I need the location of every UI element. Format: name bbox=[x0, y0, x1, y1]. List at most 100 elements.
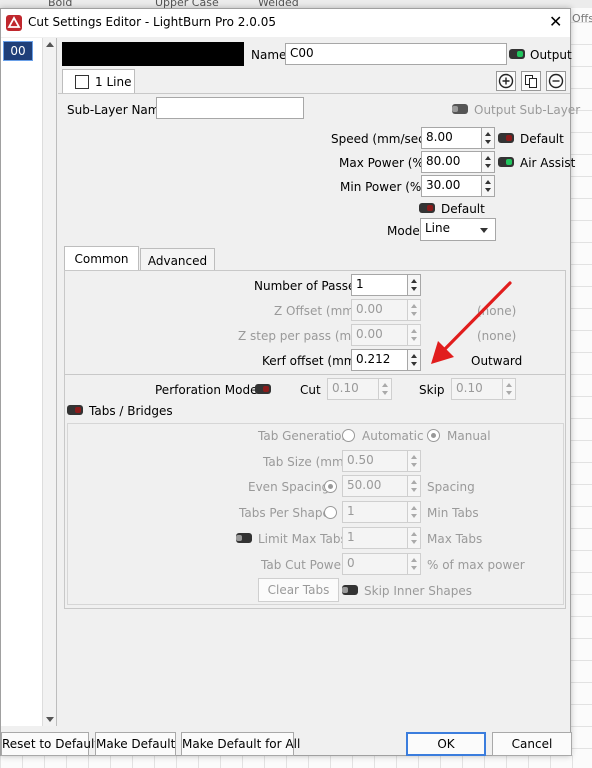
sublayer-checkbox[interactable] bbox=[75, 75, 89, 89]
scroll-up-icon[interactable] bbox=[46, 42, 54, 47]
app-logo-icon bbox=[6, 15, 22, 31]
speed-default-toggle[interactable] bbox=[498, 133, 514, 143]
even-spacing-radio[interactable] bbox=[324, 480, 337, 493]
zstep-input[interactable]: 0.00 bbox=[351, 324, 408, 346]
kerf-input[interactable]: 0.212 bbox=[351, 349, 408, 371]
tab-common[interactable]: Common bbox=[64, 246, 139, 271]
perforation-cut-spinner[interactable] bbox=[379, 378, 392, 400]
output-sublayer-toggle[interactable] bbox=[452, 104, 468, 114]
speed-default-label: Default bbox=[520, 132, 564, 146]
power-default-toggle[interactable] bbox=[419, 203, 435, 213]
name-input[interactable]: C00 bbox=[285, 43, 507, 65]
close-icon[interactable]: ✕ bbox=[549, 13, 562, 31]
max-power-input[interactable]: 80.00 bbox=[421, 151, 482, 173]
tabs-per-shape-label: Tabs Per Shape bbox=[239, 506, 330, 520]
max-tabs-input[interactable]: 1 bbox=[342, 527, 408, 549]
make-default-for-all-button[interactable]: Make Default for All bbox=[181, 732, 300, 756]
skip-inner-shapes-toggle[interactable] bbox=[342, 585, 358, 595]
background-toolbar-strip: Bold Upper Case Welded bbox=[0, 0, 592, 8]
bg-label-offset: Offs bbox=[572, 12, 592, 25]
max-tabs-spinner[interactable] bbox=[408, 527, 421, 549]
tab-cut-power-label: Tab Cut Power bbox=[261, 558, 346, 572]
spacing-label: Spacing bbox=[427, 480, 475, 494]
air-assist-toggle[interactable] bbox=[498, 157, 514, 167]
zstep-spinner[interactable] bbox=[408, 324, 421, 346]
limit-max-tabs-toggle[interactable] bbox=[236, 533, 252, 543]
perforation-skip-label: Skip bbox=[419, 383, 445, 397]
speed-input[interactable]: 8.00 bbox=[421, 127, 482, 149]
layer-list-scrollbar[interactable] bbox=[42, 38, 56, 726]
sublayer-name-input[interactable] bbox=[156, 97, 304, 119]
sublayer-tab[interactable]: 1 Line bbox=[62, 69, 135, 94]
zoffset-spinner[interactable] bbox=[408, 299, 421, 321]
automatic-label: Automatic bbox=[362, 429, 424, 443]
sublayer-name-label: Sub-Layer Name bbox=[67, 103, 167, 117]
automatic-radio[interactable] bbox=[342, 429, 355, 442]
min-tabs-input[interactable]: 1 bbox=[342, 501, 408, 523]
min-power-input[interactable]: 30.00 bbox=[421, 175, 482, 197]
max-power-spinner[interactable] bbox=[482, 151, 495, 173]
perforation-skip-input[interactable]: 0.10 bbox=[451, 378, 503, 400]
max-power-label: Max Power (%) bbox=[339, 156, 429, 170]
tabs-per-shape-radio[interactable] bbox=[324, 506, 337, 519]
bg-label-uppercase: Upper Case bbox=[155, 0, 219, 8]
chevron-down-icon[interactable] bbox=[480, 228, 488, 233]
scroll-down-icon[interactable] bbox=[46, 717, 54, 722]
even-spacing-label: Even Spacing bbox=[248, 480, 330, 494]
min-tabs-spinner[interactable] bbox=[408, 501, 421, 523]
perforation-skip-spinner[interactable] bbox=[503, 378, 516, 400]
annotation-arrow-icon bbox=[431, 281, 512, 364]
mode-select-value: Line bbox=[425, 221, 451, 235]
cut-settings-dialog: Cut Settings Editor - LightBurn Pro 2.0.… bbox=[0, 8, 580, 756]
clear-tabs-button[interactable]: Clear Tabs bbox=[258, 578, 339, 602]
make-default-button[interactable]: Make Default bbox=[95, 732, 176, 756]
zoffset-input[interactable]: 0.00 bbox=[351, 299, 408, 321]
divider bbox=[65, 374, 565, 375]
output-sublayer-label: Output Sub-Layer bbox=[474, 103, 581, 117]
layer-list[interactable]: 00 bbox=[1, 38, 57, 726]
remove-sublayer-button[interactable] bbox=[546, 71, 566, 91]
min-power-label: Min Power (%) bbox=[340, 180, 426, 194]
perforation-mode-label: Perforation Mode bbox=[155, 383, 258, 397]
perforation-toggle[interactable] bbox=[255, 384, 271, 394]
spacing-input[interactable]: 50.00 bbox=[342, 475, 408, 497]
bg-label-welded: Welded bbox=[258, 0, 299, 8]
mode-label: Mode bbox=[387, 224, 420, 238]
bg-label-bold: Bold bbox=[48, 0, 73, 8]
output-toggle[interactable] bbox=[509, 49, 525, 59]
passes-spinner[interactable] bbox=[408, 274, 421, 296]
layer-color-swatch[interactable] bbox=[62, 42, 244, 66]
canvas-grid-bottom bbox=[0, 755, 592, 768]
layer-list-item[interactable]: 00 bbox=[3, 41, 33, 61]
cancel-button[interactable]: Cancel bbox=[492, 732, 572, 756]
perforation-cut-input[interactable]: 0.10 bbox=[327, 378, 379, 400]
spacing-spinner[interactable] bbox=[408, 475, 421, 497]
zoffset-label: Z Offset (mm) bbox=[274, 304, 359, 318]
min-power-spinner[interactable] bbox=[482, 175, 495, 197]
tab-generation-label: Tab Generation bbox=[258, 429, 350, 443]
kerf-spinner[interactable] bbox=[408, 349, 421, 371]
window-title: Cut Settings Editor - LightBurn Pro 2.0.… bbox=[28, 15, 276, 29]
tab-size-input[interactable]: 0.50 bbox=[342, 450, 408, 472]
limit-max-tabs-label: Limit Max Tabs bbox=[258, 532, 347, 546]
tab-size-label: Tab Size (mm) bbox=[263, 455, 349, 469]
tab-cut-power-input[interactable]: 0 bbox=[342, 553, 408, 575]
tabs-bridges-toggle[interactable] bbox=[67, 405, 83, 415]
manual-radio[interactable] bbox=[427, 429, 440, 442]
kerf-label: Kerf offset (mm) bbox=[262, 354, 361, 368]
tabs-bridges-label: Tabs / Bridges bbox=[89, 404, 173, 418]
manual-label: Manual bbox=[447, 429, 491, 443]
title-bar: Cut Settings Editor - LightBurn Pro 2.0.… bbox=[1, 9, 570, 37]
passes-input[interactable]: 1 bbox=[351, 274, 408, 296]
copy-sublayer-button[interactable] bbox=[521, 71, 541, 91]
tab-size-spinner[interactable] bbox=[408, 450, 421, 472]
tab-advanced[interactable]: Advanced bbox=[140, 248, 215, 271]
zstep-label: Z step per pass (mm) bbox=[238, 329, 368, 343]
tab-cut-power-spinner[interactable] bbox=[408, 553, 421, 575]
passes-label: Number of Passes bbox=[254, 279, 362, 293]
add-sublayer-button[interactable] bbox=[496, 71, 516, 91]
reset-to-default-button[interactable]: Reset to Default bbox=[1, 732, 99, 756]
ok-button[interactable]: OK bbox=[406, 732, 486, 756]
speed-spinner[interactable] bbox=[482, 127, 495, 149]
output-label: Output bbox=[530, 48, 572, 62]
